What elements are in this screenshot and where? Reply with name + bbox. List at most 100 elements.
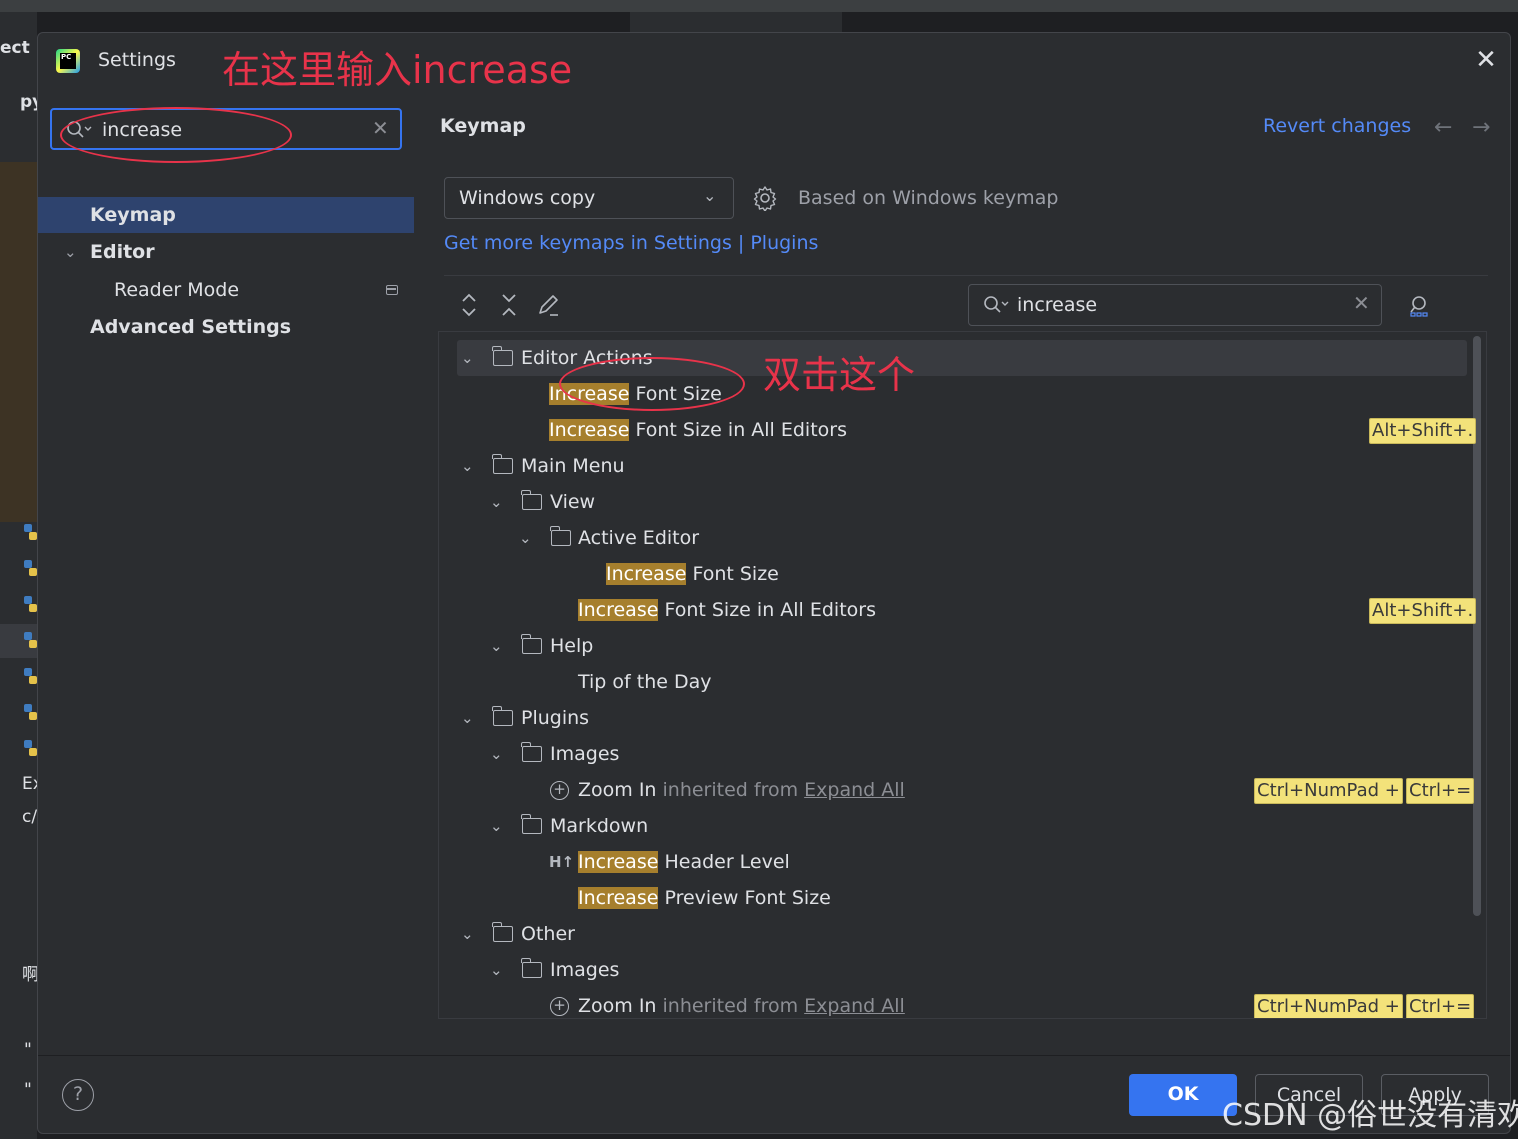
sidebar-item-label: Advanced Settings <box>90 316 292 338</box>
clear-search-icon[interactable]: ✕ <box>372 116 389 140</box>
tree-row-markdown[interactable]: ⌄ Markdown <box>439 808 1469 844</box>
inherited-text: inherited from <box>656 779 805 801</box>
python-file-icon[interactable] <box>24 668 37 686</box>
python-file-icon[interactable] <box>24 524 37 542</box>
project-level-icon <box>386 285 398 295</box>
tree-row-main-menu[interactable]: ⌄ Main Menu <box>439 448 1469 484</box>
sidebar-item-label: Keymap <box>90 204 176 226</box>
folder-icon <box>492 922 513 942</box>
action-name-rest: Font Size <box>686 563 779 585</box>
folder-icon <box>521 814 542 834</box>
back-arrow-icon[interactable]: ← <box>1434 115 1452 140</box>
chevron-down-icon[interactable]: ⌄ <box>490 628 503 664</box>
tree-row-action[interactable]: Increase Font Size in All Editors Alt+Sh… <box>439 412 1477 448</box>
settings-sidebar: increase ✕ Keymap ⌄ Editor Reader Mode A… <box>38 91 415 1051</box>
action-name: Zoom In <box>578 995 657 1017</box>
tree-row-label: View <box>550 491 596 513</box>
annotation-search-hint: 在这里输入increase <box>222 48 573 92</box>
clear-search-icon[interactable]: ✕ <box>1353 291 1370 315</box>
shortcut-badge: Alt+Shift+. <box>1369 418 1477 444</box>
shortcut-badge: Alt+Shift+. <box>1369 598 1477 624</box>
sidebar-item-keymap[interactable]: Keymap <box>38 197 414 233</box>
chevron-down-icon[interactable]: ⌄ <box>64 234 77 270</box>
tree-row-action[interactable]: Increase Font Size in All Editors Alt+Sh… <box>439 592 1477 628</box>
action-name-rest: Font Size in All Editors <box>658 599 876 621</box>
tree-row-action[interactable]: + Zoom In inherited from Expand All Ctrl… <box>439 988 1475 1018</box>
tree-row-images[interactable]: ⌄ Images <box>439 952 1469 988</box>
ide-project-text: " <box>24 1080 32 1100</box>
tree-row-label: Images <box>550 743 620 765</box>
zoom-in-icon: + <box>550 781 569 800</box>
chevron-down-icon[interactable]: ⌄ <box>461 700 474 736</box>
ide-project-text: Ex <box>22 774 37 794</box>
search-match: Increase <box>578 599 659 621</box>
tree-row-images[interactable]: ⌄ Images <box>439 736 1469 772</box>
chevron-down-icon[interactable]: ⌄ <box>461 448 474 484</box>
chevron-down-icon[interactable]: ⌄ <box>519 520 532 556</box>
tree-row-label: Other <box>521 923 575 945</box>
chevron-down-icon[interactable]: ⌄ <box>461 340 474 376</box>
keymap-panel: Keymap Revert changes ← → Windows copy ⌄… <box>416 91 1510 1051</box>
ide-project-text: " <box>24 1040 32 1060</box>
chevron-down-icon[interactable]: ⌄ <box>490 952 503 988</box>
tree-row-action[interactable]: Increase Font Size <box>439 556 1469 592</box>
title-bar[interactable]: PC Settings 在这里输入increase ✕ <box>38 33 1510 92</box>
tree-row-action[interactable]: H↑ Increase Header Level <box>439 844 1469 880</box>
tree-row-label: Zoom In inherited from Expand All <box>578 988 905 1018</box>
python-file-icon[interactable] <box>24 632 37 650</box>
tree-row-label: Increase Font Size <box>606 556 779 592</box>
get-more-keymaps-link[interactable]: Get more keymaps in Settings | Plugins <box>444 232 818 254</box>
chevron-down-icon[interactable]: ⌄ <box>490 808 503 844</box>
collapse-all-icon[interactable] <box>498 293 520 317</box>
pycharm-logo-icon: PC <box>56 49 80 73</box>
python-file-icon[interactable] <box>24 740 37 758</box>
tree-row-help[interactable]: ⌄ Help <box>439 628 1469 664</box>
keymap-dropdown[interactable]: Windows copy ⌄ <box>444 177 734 219</box>
tree-row-action[interactable]: + Zoom In inherited from Expand All Ctrl… <box>439 772 1475 808</box>
tree-row-plugins[interactable]: ⌄ Plugins <box>439 700 1469 736</box>
gear-icon[interactable] <box>752 185 778 211</box>
tree-row-action[interactable]: Increase Preview Font Size <box>439 880 1469 916</box>
zoom-in-icon: + <box>550 997 569 1016</box>
tree-row-active-editor[interactable]: ⌄ Active Editor <box>439 520 1469 556</box>
forward-arrow-icon[interactable]: → <box>1472 115 1490 140</box>
sidebar-item-advanced-settings[interactable]: Advanced Settings <box>38 309 414 345</box>
page-title: Keymap <box>440 115 526 137</box>
ok-button[interactable]: OK <box>1129 1074 1237 1116</box>
tree-row-label: Increase Font Size in All Editors <box>578 592 876 628</box>
chevron-down-icon[interactable]: ⌄ <box>490 484 503 520</box>
ide-project-panel: ect py Ex c/ " " 啊 <box>0 12 37 1139</box>
chevron-down-icon[interactable]: ⌄ <box>461 916 474 952</box>
close-icon[interactable]: ✕ <box>1474 47 1498 73</box>
find-by-shortcut-icon[interactable] <box>1406 293 1432 319</box>
python-file-icon[interactable] <box>24 704 37 722</box>
tree-row-label: Increase Header Level <box>578 844 790 880</box>
action-name-rest: Header Level <box>658 851 790 873</box>
inherited-link[interactable]: Expand All <box>804 779 905 801</box>
inherited-link[interactable]: Expand All <box>804 995 905 1017</box>
sidebar-item-editor[interactable]: ⌄ Editor <box>38 234 414 270</box>
dialog-title: Settings <box>98 49 176 71</box>
inherited-text: inherited from <box>656 995 805 1017</box>
search-match: Increase <box>549 419 630 441</box>
search-match: Increase <box>606 563 687 585</box>
action-search-input[interactable]: increase ✕ <box>968 284 1382 326</box>
python-file-icon[interactable] <box>24 596 37 614</box>
header-level-icon: H↑ <box>549 853 575 871</box>
expand-all-icon[interactable] <box>458 293 480 317</box>
tree-row-label: Tip of the Day <box>578 671 712 693</box>
sidebar-item-reader-mode[interactable]: Reader Mode <box>38 272 414 308</box>
ide-tab <box>630 12 842 34</box>
tree-row-other[interactable]: ⌄ Other <box>439 916 1469 952</box>
action-search-value: increase <box>1017 294 1098 316</box>
revert-changes-link[interactable]: Revert changes <box>1263 115 1411 137</box>
help-button[interactable]: ? <box>62 1079 94 1111</box>
folder-icon <box>492 454 513 474</box>
tree-row-action[interactable]: Tip of the Day <box>439 664 1469 700</box>
tree-row-label: Increase Preview Font Size <box>578 880 831 916</box>
shortcut-badge: Ctrl+= <box>1406 994 1475 1018</box>
python-file-icon[interactable] <box>24 560 37 578</box>
edit-shortcut-icon[interactable] <box>536 293 562 319</box>
chevron-down-icon[interactable]: ⌄ <box>490 736 503 772</box>
tree-row-view[interactable]: ⌄ View <box>439 484 1469 520</box>
